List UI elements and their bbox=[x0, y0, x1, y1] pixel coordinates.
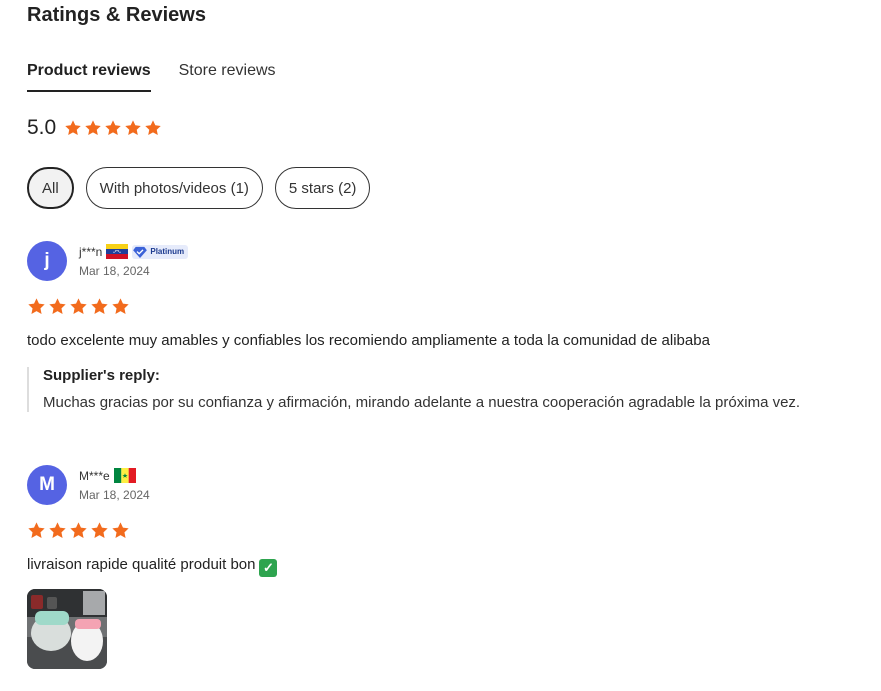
tab-store-reviews[interactable]: Store reviews bbox=[179, 62, 276, 92]
star-icon bbox=[48, 297, 67, 316]
reviewer-meta: M***e Mar 18, 2024 bbox=[79, 468, 150, 502]
review-date: Mar 18, 2024 bbox=[79, 488, 150, 502]
filter-all[interactable]: All bbox=[27, 167, 74, 209]
review-text-row: livraison rapide qualité produit bon ✓ bbox=[27, 556, 847, 577]
tab-product-reviews[interactable]: Product reviews bbox=[27, 62, 151, 92]
reviewer-name: j***n bbox=[79, 244, 103, 259]
review-date: Mar 18, 2024 bbox=[79, 264, 150, 278]
star-icon bbox=[64, 119, 82, 137]
star-icon bbox=[104, 119, 122, 137]
overall-score: 5.0 bbox=[27, 116, 57, 139]
star-icon bbox=[84, 119, 102, 137]
review-header: j j***n Platinum Mar 18, 2024 bbox=[27, 241, 847, 281]
review-tabs: Product reviews Store reviews bbox=[27, 62, 276, 92]
review-photo[interactable] bbox=[27, 589, 107, 669]
membership-badge: Platinum bbox=[132, 244, 189, 259]
review-header: M M***e Mar 18, 2024 bbox=[27, 465, 847, 505]
star-icon bbox=[111, 521, 130, 540]
filter-5-stars[interactable]: 5 stars (2) bbox=[274, 167, 371, 209]
supplier-reply: Supplier's reply: Muchas gracias por su … bbox=[27, 367, 817, 412]
avatar: j bbox=[27, 241, 67, 281]
review-filters: All With photos/videos (1) 5 stars (2) bbox=[27, 167, 371, 209]
review-text: livraison rapide qualité produit bon bbox=[27, 556, 256, 573]
star-icon bbox=[124, 119, 142, 137]
diamond-icon bbox=[133, 246, 148, 258]
review-item: j j***n Platinum Mar 18, 2024 todo excel… bbox=[27, 241, 847, 412]
reviewer-meta: j***n Platinum Mar 18, 2024 bbox=[79, 244, 189, 278]
reply-title: Supplier's reply: bbox=[43, 367, 160, 384]
review-item: M M***e Mar 18, 2024 livraison rapide qu… bbox=[27, 465, 847, 669]
reviewer-name-row: j***n Platinum bbox=[79, 244, 189, 259]
overall-stars bbox=[64, 119, 162, 137]
review-stars bbox=[27, 521, 847, 540]
star-icon bbox=[90, 297, 109, 316]
star-icon bbox=[111, 297, 130, 316]
star-icon bbox=[27, 297, 46, 316]
reviewer-name-row: M***e bbox=[79, 468, 150, 483]
photo-thumbnail bbox=[27, 589, 107, 669]
star-icon bbox=[69, 297, 88, 316]
badge-label: Platinum bbox=[150, 247, 185, 256]
check-mark-icon: ✓ bbox=[259, 559, 278, 577]
star-icon bbox=[90, 521, 109, 540]
page-title: Ratings & Reviews bbox=[27, 4, 206, 26]
avatar: M bbox=[27, 465, 67, 505]
star-icon bbox=[69, 521, 88, 540]
star-icon bbox=[48, 521, 67, 540]
reviewer-name: M***e bbox=[79, 468, 110, 483]
star-icon bbox=[27, 521, 46, 540]
venezuela-flag-icon bbox=[106, 244, 129, 259]
reply-text: Muchas gracias por su confianza y afirma… bbox=[43, 394, 801, 411]
senegal-flag-icon bbox=[113, 468, 136, 483]
review-text: todo excelente muy amables y confiables … bbox=[27, 332, 710, 349]
filter-with-photos[interactable]: With photos/videos (1) bbox=[85, 167, 263, 209]
overall-rating: 5.0 bbox=[27, 116, 162, 140]
review-stars bbox=[27, 297, 847, 316]
star-icon bbox=[144, 119, 162, 137]
